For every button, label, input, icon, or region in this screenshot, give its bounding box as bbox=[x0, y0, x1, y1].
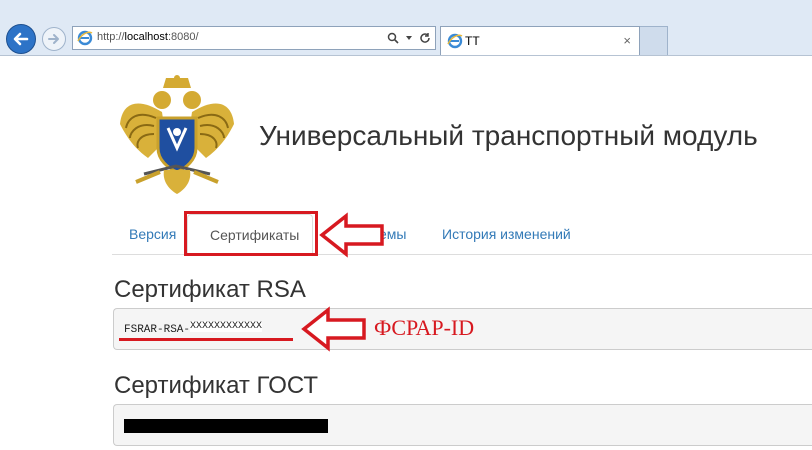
dropdown-icon[interactable] bbox=[405, 34, 413, 42]
tab-changelog[interactable]: История изменений bbox=[442, 226, 571, 242]
chrome-divider bbox=[0, 55, 812, 56]
redacted-value bbox=[124, 419, 328, 433]
fsrar-id-annotation: ФСРАР-ID bbox=[374, 315, 475, 340]
annotation-underline bbox=[119, 338, 293, 341]
back-button[interactable] bbox=[6, 24, 36, 54]
annotation-arrow-icon bbox=[301, 306, 366, 352]
close-icon[interactable]: × bbox=[623, 33, 631, 48]
annotation-arrow-icon bbox=[319, 212, 384, 258]
ie-icon bbox=[77, 30, 93, 51]
url-text: http://localhost:8080/ bbox=[97, 31, 199, 43]
page-title: Универсальный транспортный модуль bbox=[259, 120, 758, 151]
address-bar[interactable]: http://localhost:8080/ bbox=[72, 26, 436, 50]
arrow-left-icon bbox=[13, 32, 29, 46]
new-tab-button[interactable] bbox=[640, 26, 668, 56]
tab-version[interactable]: Версия bbox=[129, 226, 176, 242]
gost-heading: Сертификат ГОСТ bbox=[114, 372, 319, 399]
arrow-right-icon bbox=[48, 34, 59, 44]
gost-certificate-field[interactable] bbox=[113, 404, 812, 446]
refresh-icon[interactable] bbox=[419, 32, 431, 44]
address-tools bbox=[387, 29, 431, 47]
highlight-box bbox=[184, 211, 318, 256]
browser-tab[interactable]: TT × bbox=[440, 26, 640, 56]
forward-button[interactable] bbox=[42, 27, 66, 51]
rsa-heading: Сертификат RSA bbox=[114, 276, 306, 303]
emblem-logo bbox=[116, 74, 238, 202]
tab-title: TT bbox=[465, 34, 480, 48]
browser-chrome: http://localhost:8080/ TT × bbox=[0, 0, 812, 56]
ie-icon bbox=[447, 33, 463, 54]
search-icon[interactable] bbox=[387, 32, 399, 44]
rsa-certificate-value: FSRAR-RSA-XXXXXXXXXXXX bbox=[124, 321, 263, 336]
